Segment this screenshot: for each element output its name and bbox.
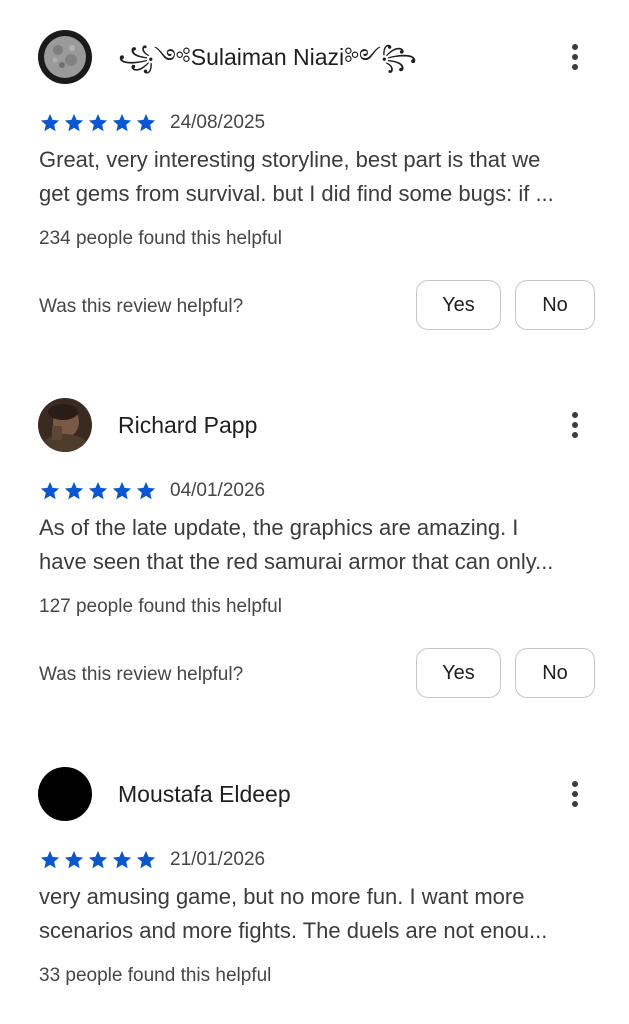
review-text-line: have seen that the red samurai armor tha… (39, 549, 554, 574)
more-vert-icon[interactable] (560, 773, 590, 815)
helpful-question: Was this review helpful? (39, 664, 244, 685)
star-icon (135, 480, 157, 502)
rating-row: 24/08/2025 (39, 111, 265, 135)
helpful-row: Was this review helpful? Yes No (39, 280, 599, 334)
star-icon (63, 112, 85, 134)
review-text[interactable]: As of the late update, the graphics are … (39, 511, 599, 579)
reviewer-name: Moustafa Eldeep (118, 781, 291, 807)
no-button[interactable]: No (515, 648, 595, 698)
rating-row: 04/01/2026 (39, 479, 265, 503)
avatar[interactable] (38, 398, 92, 452)
star-icon (63, 480, 85, 502)
helpful-question: Was this review helpful? (39, 296, 244, 317)
helpful-count: 127 people found this helpful (39, 596, 282, 617)
avatar[interactable] (38, 767, 92, 821)
star-icon (111, 480, 133, 502)
review-text-line: Great, very interesting storyline, best … (39, 147, 541, 172)
star-icon (135, 849, 157, 871)
review-text-line: scenarios and more fights. The duels are… (39, 918, 548, 943)
yes-button[interactable]: Yes (416, 280, 501, 330)
reviewer-name: ꧁༺Sulaiman Niazi༻꧂ (118, 44, 417, 70)
yes-button[interactable]: Yes (416, 648, 501, 698)
star-icon (63, 849, 85, 871)
star-rating (39, 849, 157, 871)
star-icon (39, 112, 61, 134)
no-button[interactable]: No (515, 280, 595, 330)
star-icon (87, 849, 109, 871)
star-icon (135, 112, 157, 134)
review-header: Moustafa Eldeep (38, 767, 598, 821)
star-icon (111, 112, 133, 134)
reviewer-name: Richard Papp (118, 412, 258, 438)
helpful-count: 33 people found this helpful (39, 965, 272, 986)
more-vert-icon[interactable] (560, 404, 590, 446)
star-rating (39, 112, 157, 134)
review-date: 21/01/2026 (170, 849, 266, 870)
review-text[interactable]: very amusing game, but no more fun. I wa… (39, 880, 599, 948)
star-icon (87, 112, 109, 134)
review-text-line: get gems from survival. but I did find s… (39, 181, 554, 206)
star-rating (39, 480, 157, 502)
star-icon (111, 849, 133, 871)
star-icon (87, 480, 109, 502)
rating-row: 21/01/2026 (39, 848, 265, 872)
star-icon (39, 849, 61, 871)
helpful-count: 234 people found this helpful (39, 228, 282, 249)
review-date: 04/01/2026 (170, 480, 266, 501)
review-header: Richard Papp (38, 398, 598, 452)
review-text-line: very amusing game, but no more fun. I wa… (39, 884, 525, 909)
more-vert-icon[interactable] (560, 36, 590, 78)
star-icon (39, 480, 61, 502)
review-header: ꧁༺Sulaiman Niazi༻꧂ (38, 30, 598, 84)
review-text-line: As of the late update, the graphics are … (39, 515, 519, 540)
avatar[interactable] (38, 30, 92, 84)
helpful-row: Was this review helpful? Yes No (39, 648, 599, 702)
review-date: 24/08/2025 (170, 112, 266, 133)
review-text[interactable]: Great, very interesting storyline, best … (39, 143, 599, 211)
